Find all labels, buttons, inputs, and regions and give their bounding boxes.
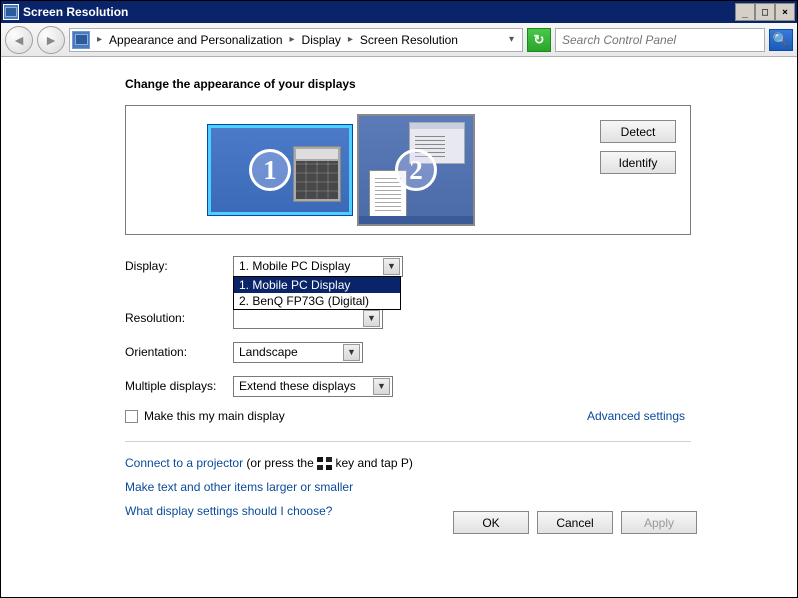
chevron-right-icon: ▸	[344, 34, 357, 45]
monitor-number: 2	[395, 149, 437, 191]
window-title: Screen Resolution	[23, 5, 735, 19]
breadcrumb-dropdown-icon[interactable]: ▾	[503, 34, 520, 45]
monitor-2[interactable]: 2	[357, 114, 475, 226]
orientation-value: Landscape	[239, 345, 298, 359]
display-dropdown-list: 1. Mobile PC Display 2. BenQ FP73G (Digi…	[233, 276, 401, 310]
separator	[125, 441, 691, 442]
text-size-link[interactable]: Make text and other items larger or smal…	[125, 480, 353, 494]
windows-key-icon	[317, 457, 332, 470]
search-box[interactable]	[555, 28, 765, 52]
cancel-button[interactable]: Cancel	[537, 511, 613, 534]
forward-button[interactable]: ►	[37, 26, 65, 54]
chevron-right-icon: ▸	[286, 34, 299, 45]
main-display-checkbox[interactable]	[125, 410, 138, 423]
search-button[interactable]: 🔍	[769, 29, 793, 51]
monitor-number: 1	[249, 149, 291, 191]
identify-button[interactable]: Identify	[600, 151, 676, 174]
chevron-down-icon: ▼	[363, 310, 380, 327]
calculator-thumb-icon	[293, 146, 341, 202]
resolution-dropdown[interactable]: ▼	[233, 308, 383, 329]
page-heading: Change the appearance of your displays	[125, 77, 797, 91]
display-value: 1. Mobile PC Display	[239, 259, 350, 273]
search-input[interactable]	[556, 33, 764, 47]
display-option[interactable]: 2. BenQ FP73G (Digital)	[234, 293, 400, 309]
window-icon	[3, 4, 19, 20]
multiple-displays-dropdown[interactable]: Extend these displays ▼	[233, 376, 393, 397]
breadcrumb[interactable]: ▸ Appearance and Personalization ▸ Displ…	[69, 28, 523, 52]
navbar: ◄ ► ▸ Appearance and Personalization ▸ D…	[1, 23, 797, 57]
chevron-down-icon: ▼	[383, 258, 400, 275]
back-button[interactable]: ◄	[5, 26, 33, 54]
breadcrumb-item[interactable]: Display	[300, 33, 343, 47]
orientation-dropdown[interactable]: Landscape ▼	[233, 342, 363, 363]
monitor-1[interactable]: 1	[208, 125, 352, 215]
projector-hint-text: (or press the	[243, 456, 317, 470]
multiple-displays-label: Multiple displays:	[125, 379, 233, 393]
titlebar: Screen Resolution _ □ ×	[1, 1, 797, 23]
main-display-label: Make this my main display	[144, 409, 285, 423]
close-button[interactable]: ×	[775, 3, 795, 21]
breadcrumb-item[interactable]: Screen Resolution	[358, 33, 460, 47]
display-label: Display:	[125, 259, 233, 273]
multiple-displays-value: Extend these displays	[239, 379, 356, 393]
projector-hint-text2: key and tap P)	[332, 456, 413, 470]
refresh-button[interactable]: ↻	[527, 28, 551, 52]
minimize-button[interactable]: _	[735, 3, 755, 21]
chevron-down-icon: ▼	[373, 378, 390, 395]
connect-projector-link[interactable]: Connect to a projector	[125, 456, 243, 470]
detect-button[interactable]: Detect	[600, 120, 676, 143]
display-dropdown[interactable]: 1. Mobile PC Display ▼	[233, 256, 403, 277]
apply-button[interactable]: Apply	[621, 511, 697, 534]
display-option[interactable]: 1. Mobile PC Display	[234, 277, 400, 293]
display-settings-help-link[interactable]: What display settings should I choose?	[125, 504, 332, 518]
advanced-settings-link[interactable]: Advanced settings	[587, 409, 685, 423]
control-panel-icon	[72, 31, 90, 49]
taskbar-thumb-icon	[359, 216, 473, 224]
display-preview: 1 2 Detect Identify	[125, 105, 691, 235]
maximize-button[interactable]: □	[755, 3, 775, 21]
orientation-label: Orientation:	[125, 345, 233, 359]
ok-button[interactable]: OK	[453, 511, 529, 534]
breadcrumb-item[interactable]: Appearance and Personalization	[107, 33, 284, 47]
chevron-right-icon: ▸	[93, 34, 106, 45]
resolution-label: Resolution:	[125, 311, 233, 325]
chevron-down-icon: ▼	[343, 344, 360, 361]
